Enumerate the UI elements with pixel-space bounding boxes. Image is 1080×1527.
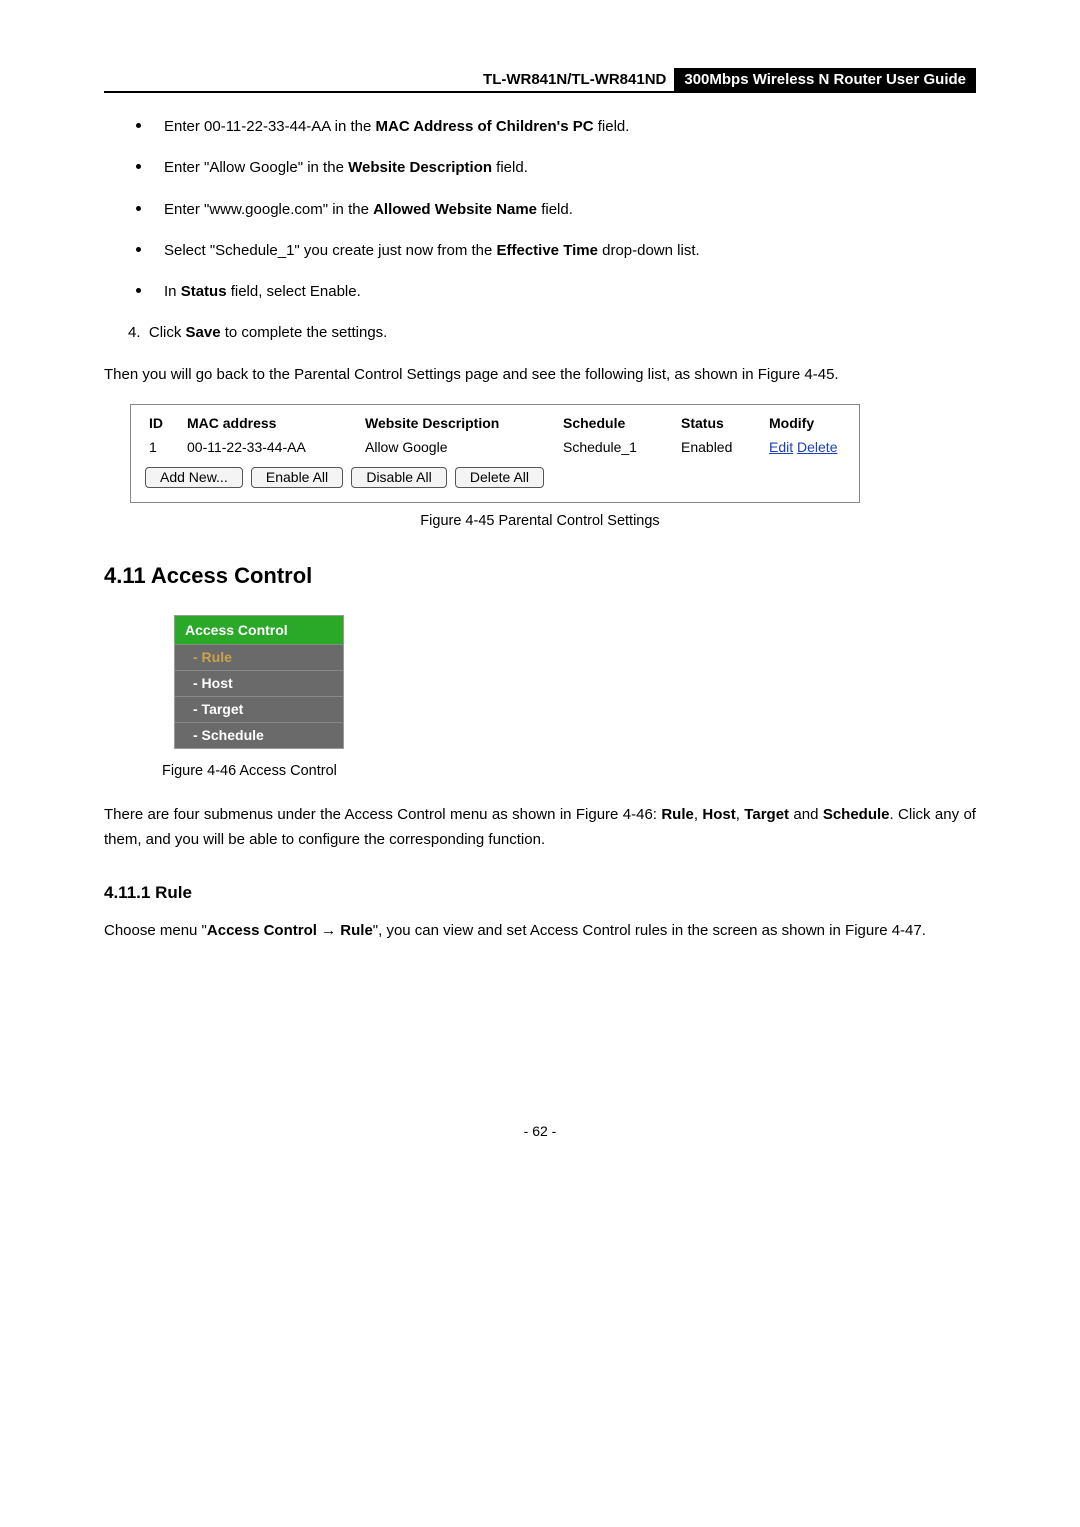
table-button-row: Add New... Enable All Disable All Delete… (145, 467, 845, 488)
section-heading-access-control: 4.11 Access Control (104, 563, 976, 589)
table-row: 1 00-11-22-33-44-AA Allow Google Schedul… (145, 437, 845, 463)
menu-item-target[interactable]: - Target (175, 697, 343, 723)
paragraph-submenus: There are four submenus under the Access… (104, 803, 976, 853)
delete-all-button[interactable]: Delete All (455, 467, 544, 488)
bullet-item: Enter "Allow Google" in the Website Desc… (164, 156, 976, 179)
figure-parental-control-table: ID MAC address Website Description Sched… (130, 404, 860, 503)
table-header-row: ID MAC address Website Description Sched… (145, 413, 845, 437)
access-control-menu: Access Control - Rule - Host - Target - … (174, 615, 344, 749)
bullet-item: In Status field, select Enable. (164, 280, 976, 303)
bullet-item: Select "Schedule_1" you create just now … (164, 239, 976, 262)
page-number: - 62 - (104, 1123, 976, 1139)
paragraph-parental-control: Then you will go back to the Parental Co… (104, 363, 976, 388)
bullet-item: Enter 00-11-22-33-44-AA in the MAC Addre… (164, 115, 976, 138)
figure-46-caption: Figure 4-46 Access Control (162, 763, 976, 779)
edit-link[interactable]: Edit (769, 439, 793, 455)
col-mac: MAC address (183, 413, 361, 437)
col-status: Status (677, 413, 765, 437)
add-new-button[interactable]: Add New... (145, 467, 243, 488)
menu-header: Access Control (175, 616, 343, 645)
enable-all-button[interactable]: Enable All (251, 467, 343, 488)
delete-link[interactable]: Delete (797, 439, 837, 455)
col-schedule: Schedule (559, 413, 677, 437)
menu-item-schedule[interactable]: - Schedule (175, 723, 343, 748)
paragraph-rule: Choose menu "Access Control → Rule", you… (104, 919, 976, 944)
cell-status: Enabled (677, 437, 765, 463)
cell-id: 1 (145, 437, 183, 463)
subsection-heading-rule: 4.11.1 Rule (104, 883, 976, 903)
page-header: TL-WR841N/TL-WR841ND 300Mbps Wireless N … (104, 68, 976, 93)
col-desc: Website Description (361, 413, 559, 437)
figure-45-caption: Figure 4-45 Parental Control Settings (104, 513, 976, 529)
cell-desc: Allow Google (361, 437, 559, 463)
cell-mac: 00-11-22-33-44-AA (183, 437, 361, 463)
header-model: TL-WR841N/TL-WR841ND (479, 68, 674, 91)
menu-item-host[interactable]: - Host (175, 671, 343, 697)
col-id: ID (145, 413, 183, 437)
col-modify: Modify (765, 413, 845, 437)
bullet-item: Enter "www.google.com" in the Allowed We… (164, 198, 976, 221)
cell-schedule: Schedule_1 (559, 437, 677, 463)
header-guide-title: 300Mbps Wireless N Router User Guide (674, 68, 976, 91)
menu-item-rule[interactable]: - Rule (175, 645, 343, 671)
disable-all-button[interactable]: Disable All (351, 467, 446, 488)
instruction-bullet-list: Enter 00-11-22-33-44-AA in the MAC Addre… (104, 115, 976, 303)
step-4: 4. Click Save to complete the settings. (128, 321, 976, 345)
